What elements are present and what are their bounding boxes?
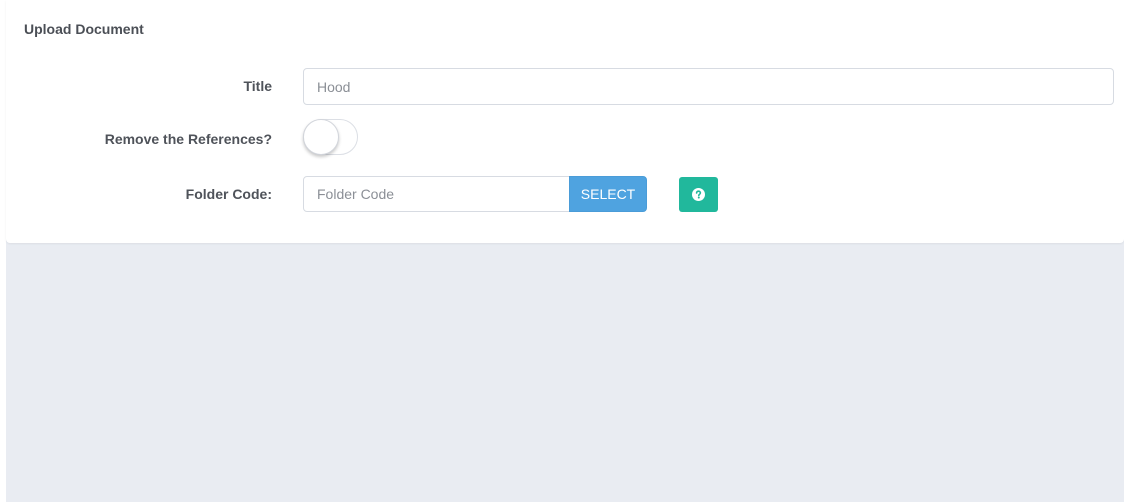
panel-title: Upload Document: [24, 21, 144, 37]
toggle-knob: [303, 119, 339, 155]
select-button[interactable]: SELECT: [569, 176, 647, 212]
remove-references-label: Remove the References?: [104, 131, 272, 147]
help-button[interactable]: [679, 177, 718, 212]
folder-code-input[interactable]: [303, 176, 570, 212]
question-circle-icon: [692, 188, 705, 201]
upload-document-panel: Upload Document Title Remove the Referen…: [6, 0, 1124, 243]
title-label: Title: [243, 78, 272, 94]
title-input[interactable]: [303, 68, 1114, 105]
remove-references-toggle[interactable]: [303, 119, 358, 155]
folder-code-label: Folder Code:: [185, 186, 272, 202]
